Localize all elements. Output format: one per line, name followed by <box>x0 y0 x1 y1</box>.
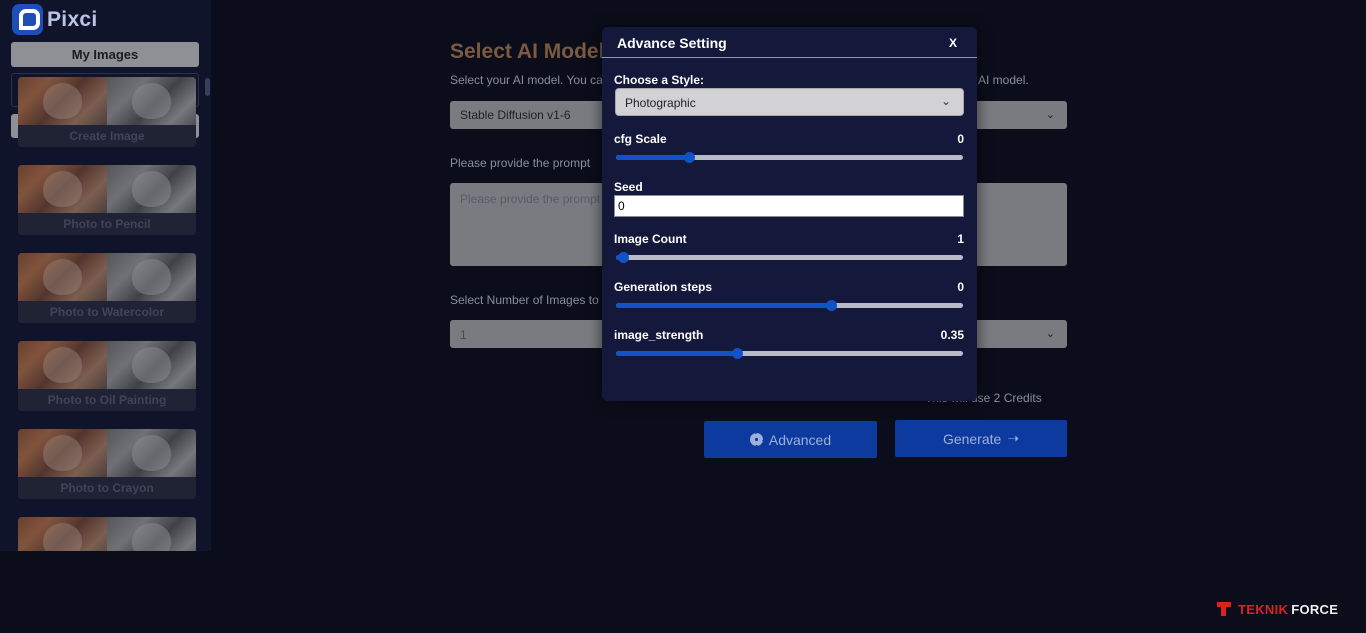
slider-fill <box>616 351 738 356</box>
chevron-down-icon: ⌄ <box>1045 109 1055 121</box>
modal-title: Advance Setting <box>617 35 727 51</box>
slider-handle[interactable] <box>826 300 838 311</box>
image-count-label: Select Number of Images to <box>450 293 599 307</box>
modal-header: Advance Setting X <box>602 27 977 58</box>
sidebar: Pixci My Images Create Image Photo to Pe… <box>0 0 211 551</box>
generate-button[interactable]: Generate ➝ <box>895 420 1067 457</box>
my-images-button[interactable]: My Images <box>11 42 199 67</box>
pixci-logo-icon <box>12 4 43 35</box>
tool-card-photo-to-pencil[interactable]: Photo to Pencil <box>18 165 196 235</box>
generation-steps-label: Generation steps <box>614 280 713 294</box>
generation-steps-slider[interactable] <box>616 300 963 311</box>
seed-input[interactable] <box>614 195 964 217</box>
image-strength-slider[interactable] <box>616 348 963 359</box>
cfg-scale-label: cfg Scale <box>614 132 667 146</box>
generate-button-label: Generate <box>942 430 1002 447</box>
sidebar-scrollbar[interactable] <box>205 78 210 96</box>
cfg-scale-slider[interactable] <box>616 152 963 163</box>
image-count-slider[interactable] <box>616 252 963 263</box>
advance-setting-modal: Advance Setting X Choose a Style: Photog… <box>602 27 977 401</box>
advanced-button[interactable]: Advanced <box>704 421 877 458</box>
model-select-value: Stable Diffusion v1-6 <box>460 108 571 122</box>
app-name: Pixci <box>47 7 98 31</box>
teknikforce-logo-icon <box>1217 601 1235 617</box>
style-select[interactable]: Photographic ⌄ <box>615 88 964 116</box>
page-title: Select AI Model <box>450 40 605 63</box>
prompt-placeholder: Please provide the prompt <box>460 192 601 206</box>
watermark-part-a: TEKNIK <box>1238 601 1289 617</box>
arrow-right-icon: ➝ <box>1007 430 1020 446</box>
slider-handle[interactable] <box>617 252 629 263</box>
image-count-value: 1 <box>957 232 964 246</box>
image-count-value: 1 <box>460 328 467 342</box>
tool-card-photo-to-crayon[interactable]: Photo to Crayon <box>18 429 196 499</box>
page-subtitle: Select your AI model. You can <box>450 73 610 87</box>
cfg-scale-value: 0 <box>957 132 964 146</box>
style-select-value: Photographic <box>625 96 696 110</box>
page-subtitle-end: AI model. <box>978 73 1029 87</box>
advanced-button-label: Advanced <box>768 431 832 448</box>
gear-icon <box>749 433 763 446</box>
image-count-label: Image Count <box>614 232 687 246</box>
slider-handle[interactable] <box>732 348 744 359</box>
generation-steps-value: 0 <box>957 280 964 294</box>
style-label: Choose a Style: <box>614 73 705 87</box>
slider-fill <box>616 303 832 308</box>
tool-card-photo-to-watercolor[interactable]: Photo to Watercolor <box>18 253 196 323</box>
slider-fill <box>616 155 689 160</box>
app-logo[interactable]: Pixci <box>12 4 98 35</box>
image-strength-value: 0.35 <box>940 328 964 342</box>
prompt-label: Please provide the prompt <box>450 156 591 170</box>
chevron-down-icon: ⌄ <box>1045 328 1055 340</box>
tool-card-create-image[interactable]: Create Image <box>18 77 196 147</box>
seed-label: Seed <box>614 180 643 194</box>
watermark-part-b: FORCE <box>1291 601 1339 617</box>
teknikforce-watermark: TEKNIK FORCE <box>1217 601 1338 617</box>
close-button[interactable]: X <box>949 36 957 50</box>
tool-card-next[interactable] <box>18 517 196 551</box>
chevron-down-icon: ⌄ <box>940 94 951 108</box>
tool-card-photo-to-oil-painting[interactable]: Photo to Oil Painting <box>18 341 196 411</box>
slider-handle[interactable] <box>683 152 695 163</box>
image-strength-label: image_strength <box>614 328 704 342</box>
